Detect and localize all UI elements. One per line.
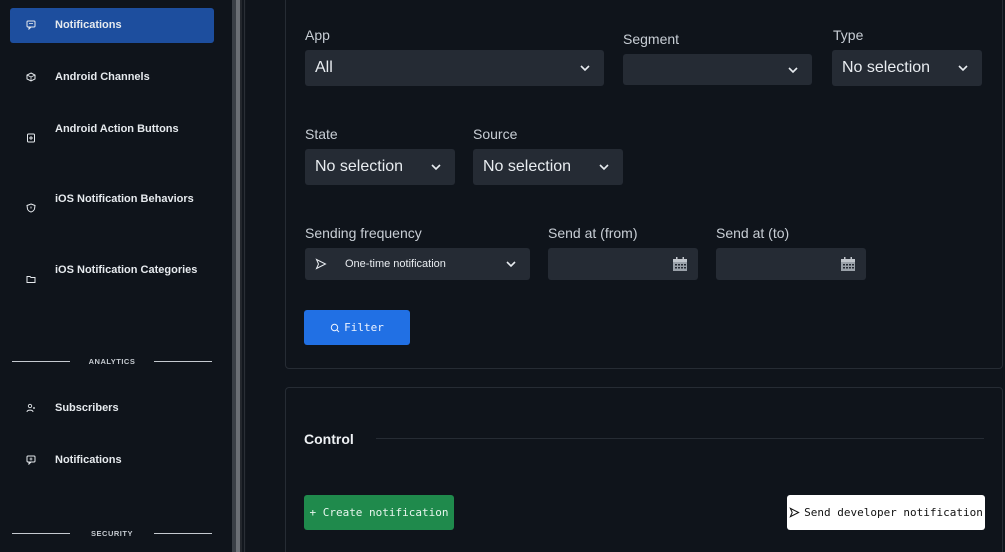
calendar-icon[interactable] [840,256,856,272]
sidebar-item-label: Notifications [55,454,122,466]
chevron-down-icon [788,66,798,73]
state-label: State [305,126,338,142]
chat-plus-icon [26,455,36,465]
source-select-value: No selection [483,158,572,175]
sidebar-item-label: Android Action Buttons [55,123,179,135]
frequency-select-value: One-time notification [345,258,446,270]
sidebar: Notifications Android Channels Android A… [0,0,232,552]
segment-label: Segment [623,31,680,47]
create-notification-label: + Create notification [309,506,449,519]
sidebar-item-notifications[interactable]: Notifications [10,8,214,43]
folder-icon [26,274,36,284]
search-icon [330,323,340,332]
type-select-value: No selection [842,59,931,76]
sidebar-item-android-action-buttons[interactable]: Android Action Buttons [10,118,214,158]
chevron-down-icon [580,65,590,72]
app-select[interactable]: All [305,50,604,86]
app-select-value: All [315,59,333,76]
send-icon [315,258,327,270]
send-to-label: Send at (to) [716,225,790,241]
control-divider [376,438,984,439]
resize-handle[interactable] [232,0,246,552]
sidebar-item-label: iOS Notification Categories [55,264,198,276]
source-select[interactable]: No selection [473,149,623,185]
segment-select[interactable] [623,54,812,85]
type-label: Type [833,27,864,43]
sidebar-item-label: Android Channels [55,71,150,83]
control-title: Control [304,431,354,447]
section-title: SECURITY [91,528,133,538]
send-developer-notification-button[interactable]: Send developer notification [787,495,985,530]
sidebar-item-android-channels[interactable]: Android Channels [10,60,214,95]
frequency-select[interactable]: One-time notification [305,248,530,280]
action-button-icon [26,133,36,143]
analytics-section-header: ANALYTICS [12,354,212,368]
state-select-value: No selection [315,158,404,175]
state-select[interactable]: No selection [305,149,455,185]
chevron-down-icon [506,261,516,268]
cube-icon [26,72,36,82]
create-notification-button[interactable]: + Create notification [304,495,454,530]
chevron-down-icon [958,65,968,72]
security-section-header: SECURITY [12,526,212,540]
section-title: ANALYTICS [88,356,136,366]
send-icon [789,507,800,518]
source-label: Source [473,126,518,142]
app-label: App [305,27,330,43]
send-developer-notification-label: Send developer notification [804,506,983,519]
send-to-input[interactable] [716,248,866,280]
chevron-down-icon [431,164,441,171]
filter-button[interactable]: Filter [304,310,410,345]
control-panel: Control + Create notification Send devel… [285,387,1003,552]
send-from-label: Send at (from) [548,225,638,241]
filter-panel: App All Segment Type No selection State … [285,0,1003,369]
sidebar-item-ios-notification-behaviors[interactable]: iOS Notification Behaviors [10,188,214,228]
filter-button-label: Filter [344,321,384,334]
users-icon [26,403,36,413]
sidebar-item-analytics-notifications[interactable]: Notifications [10,443,214,478]
send-from-input[interactable] [548,248,698,280]
frequency-label: Sending frequency [305,225,422,241]
calendar-icon[interactable] [672,256,688,272]
sidebar-item-ios-notification-categories[interactable]: iOS Notification Categories [10,259,214,299]
chevron-down-icon [599,164,609,171]
sidebar-item-subscribers[interactable]: Subscribers [10,391,214,426]
chat-icon [26,20,36,30]
type-select[interactable]: No selection [832,50,982,86]
sidebar-item-label: Subscribers [55,402,119,414]
sidebar-item-label: Notifications [55,19,122,31]
sidebar-item-label: iOS Notification Behaviors [55,193,194,205]
shield-icon [26,203,36,213]
